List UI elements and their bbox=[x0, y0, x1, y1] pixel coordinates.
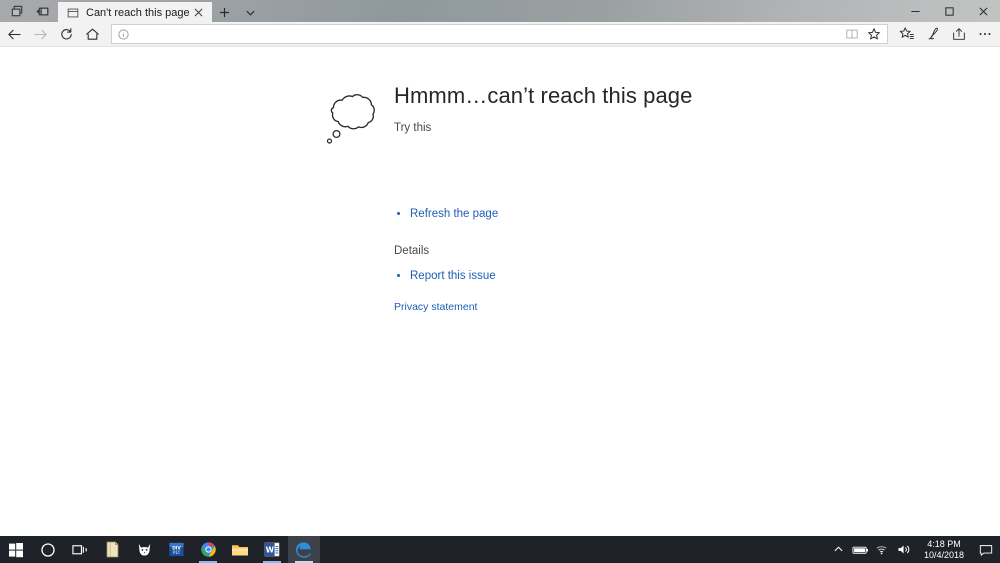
wifi-icon[interactable] bbox=[872, 536, 894, 563]
start-button[interactable] bbox=[0, 536, 32, 563]
page-content: Hmmm…can’t reach this page Try this Refr… bbox=[0, 48, 1000, 536]
system-tray: 4:18 PM 10/4/2018 bbox=[828, 536, 1000, 563]
taskbar-item-chrome[interactable] bbox=[192, 536, 224, 563]
address-bar[interactable] bbox=[111, 24, 888, 44]
window-controls bbox=[898, 0, 1000, 22]
browser-tab[interactable]: Can't reach this page bbox=[58, 2, 212, 23]
page-title: Hmmm…can’t reach this page bbox=[394, 82, 692, 110]
refresh-the-page-link[interactable]: Refresh the page bbox=[410, 208, 498, 220]
details-label: Details bbox=[394, 245, 958, 257]
svg-text:W: W bbox=[266, 545, 275, 554]
details-list: Report this issue bbox=[394, 267, 958, 285]
taskbar: DIV PLT bbox=[0, 536, 1000, 563]
try-this-label: Try this bbox=[394, 122, 692, 134]
titlebar-left-buttons bbox=[0, 0, 56, 22]
restore-button[interactable] bbox=[932, 0, 966, 22]
refresh-button[interactable] bbox=[53, 22, 79, 46]
taskbar-clock[interactable]: 4:18 PM 10/4/2018 bbox=[916, 536, 972, 563]
tabs-set-aside-list-icon[interactable] bbox=[30, 1, 56, 21]
forward-button[interactable] bbox=[27, 22, 53, 46]
minimize-button[interactable] bbox=[898, 0, 932, 22]
try-this-list: Refresh the page bbox=[394, 205, 958, 223]
battery-icon[interactable] bbox=[850, 536, 872, 563]
taskbar-item-notes[interactable] bbox=[96, 536, 128, 563]
toolbar-right-icons bbox=[894, 22, 1000, 46]
thought-bubble-icon bbox=[318, 82, 388, 153]
action-center-icon[interactable] bbox=[972, 536, 1000, 563]
error-body: Refresh the page Details Report this iss… bbox=[394, 153, 958, 315]
show-hidden-icons-chevron-icon[interactable] bbox=[828, 536, 850, 563]
web-note-pen-icon[interactable] bbox=[920, 22, 946, 46]
error-header: Hmmm…can’t reach this page Try this bbox=[318, 82, 958, 153]
taskbar-item-explorer[interactable] bbox=[224, 536, 256, 563]
privacy-statement-link[interactable]: Privacy statement bbox=[394, 301, 477, 313]
task-view-button[interactable] bbox=[64, 536, 96, 563]
edge-browser-window: Can't reach this page bbox=[0, 0, 1000, 563]
report-this-issue-link[interactable]: Report this issue bbox=[410, 270, 496, 282]
spacer bbox=[394, 153, 958, 205]
site-info-icon[interactable] bbox=[117, 28, 130, 41]
taskbar-item-div[interactable]: DIV PLT bbox=[160, 536, 192, 563]
address-input[interactable] bbox=[130, 26, 841, 42]
home-button[interactable] bbox=[79, 22, 105, 46]
svg-text:PLT: PLT bbox=[172, 550, 180, 555]
taskbar-item-word[interactable]: W bbox=[256, 536, 288, 563]
volume-icon[interactable] bbox=[894, 536, 916, 563]
title-bar: Can't reach this page bbox=[0, 0, 1000, 22]
browser-toolbar bbox=[0, 22, 1000, 47]
share-icon[interactable] bbox=[946, 22, 972, 46]
new-tab-icon[interactable] bbox=[212, 2, 238, 23]
tab-favicon-icon bbox=[66, 6, 80, 20]
settings-more-icon[interactable] bbox=[972, 22, 998, 46]
list-item: Report this issue bbox=[410, 267, 958, 285]
close-tab-icon[interactable] bbox=[190, 4, 208, 22]
clock-time: 4:18 PM bbox=[927, 539, 961, 550]
taskbar-item-foxit[interactable] bbox=[128, 536, 160, 563]
close-window-button[interactable] bbox=[966, 0, 1000, 22]
cortana-button[interactable] bbox=[32, 536, 64, 563]
hub-favorites-icon[interactable] bbox=[894, 22, 920, 46]
error-page: Hmmm…can’t reach this page Try this Refr… bbox=[318, 82, 958, 315]
set-tabs-aside-icon[interactable] bbox=[4, 1, 30, 21]
tab-title: Can't reach this page bbox=[86, 6, 190, 20]
favorite-star-icon[interactable] bbox=[863, 25, 885, 43]
back-button[interactable] bbox=[1, 22, 27, 46]
chevron-down-icon[interactable] bbox=[238, 2, 264, 23]
list-item: Refresh the page bbox=[410, 205, 958, 223]
error-text-block: Hmmm…can’t reach this page Try this bbox=[388, 82, 692, 134]
taskbar-item-edge[interactable] bbox=[288, 536, 320, 563]
clock-date: 10/4/2018 bbox=[924, 550, 964, 561]
reading-view-icon[interactable] bbox=[841, 25, 863, 43]
